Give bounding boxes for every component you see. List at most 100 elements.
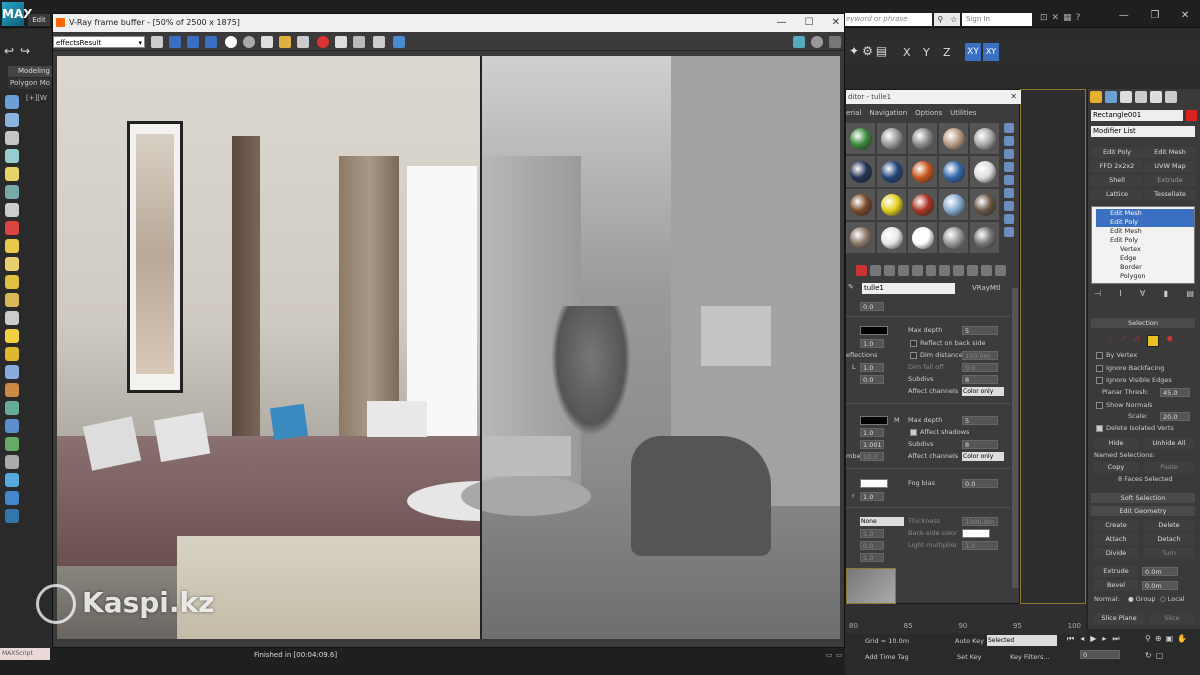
thickness-value[interactable]: 1000.0m bbox=[962, 517, 998, 526]
track-icon[interactable] bbox=[353, 36, 365, 48]
make-unique-icon[interactable]: ∀ bbox=[1140, 289, 1145, 301]
fog-bias-value[interactable]: 0.0 bbox=[962, 479, 998, 488]
delete-isolated-checkbox[interactable] bbox=[1096, 425, 1103, 432]
unique-icon[interactable] bbox=[939, 265, 951, 276]
edit-geometry-rollout[interactable]: Edit Geometry bbox=[1091, 506, 1195, 516]
sign-in-field[interactable]: Sign In bbox=[962, 13, 1032, 26]
material-slot[interactable] bbox=[908, 222, 937, 253]
hierarchy-tab-icon[interactable] bbox=[1120, 91, 1132, 103]
vertex-level-icon[interactable]: ∴ bbox=[1108, 335, 1112, 347]
uvw-map-button[interactable]: UVW Map bbox=[1144, 161, 1196, 172]
alpha-icon[interactable] bbox=[225, 36, 237, 48]
settings-icon[interactable] bbox=[811, 36, 823, 48]
refract-value-3[interactable]: 10.0 bbox=[860, 452, 884, 461]
shape-icon[interactable] bbox=[5, 419, 19, 433]
move-icon[interactable] bbox=[5, 113, 19, 127]
dim-distance-checkbox[interactable] bbox=[910, 352, 917, 359]
delete-button[interactable]: Delete bbox=[1144, 520, 1194, 531]
background-icon[interactable] bbox=[1004, 149, 1014, 159]
red-channel-button[interactable] bbox=[169, 36, 181, 48]
effects-icon[interactable] bbox=[967, 265, 979, 276]
dim-distance-value[interactable]: 100.0m bbox=[962, 351, 998, 360]
navigator-icon[interactable] bbox=[1004, 227, 1014, 237]
timeline[interactable]: 80 85 90 95 100 bbox=[845, 604, 1085, 634]
exchange-icon[interactable]: ✕ bbox=[1052, 13, 1060, 26]
select-icon[interactable] bbox=[5, 95, 19, 109]
lock-icon[interactable]: ▭ bbox=[826, 651, 833, 659]
axis-xy-cycle-button[interactable]: XY bbox=[983, 43, 999, 61]
torus-icon[interactable] bbox=[5, 275, 19, 289]
create-button[interactable]: Create bbox=[1094, 520, 1138, 531]
by-vertex-checkbox[interactable] bbox=[1096, 352, 1103, 359]
create-tab-icon[interactable] bbox=[1090, 91, 1102, 103]
attach-button[interactable]: Attach bbox=[1094, 534, 1138, 545]
minimize-icon[interactable]: — bbox=[777, 14, 787, 32]
scene-icon[interactable] bbox=[5, 167, 19, 181]
material-slot[interactable] bbox=[970, 156, 999, 187]
menu-navigation[interactable]: Navigation bbox=[869, 106, 907, 120]
viewport-label[interactable]: [+][W bbox=[26, 94, 47, 102]
list-icon[interactable] bbox=[5, 149, 19, 163]
geometry-icon[interactable] bbox=[5, 437, 19, 451]
go-end-icon[interactable]: ⏭ bbox=[1112, 634, 1119, 646]
sample-type-icon[interactable] bbox=[1004, 123, 1014, 133]
snap-icon[interactable]: ✦ bbox=[849, 44, 859, 60]
maximize-icon[interactable]: ☐ bbox=[805, 14, 814, 32]
back-side-color-swatch[interactable] bbox=[962, 529, 990, 538]
reflect-back-checkbox[interactable] bbox=[910, 340, 917, 347]
material-scrollbar[interactable] bbox=[1012, 288, 1018, 588]
restore-icon[interactable]: ❐ bbox=[1150, 10, 1159, 26]
show-map-icon[interactable] bbox=[981, 265, 993, 276]
next-frame-icon[interactable]: ▸ bbox=[1102, 634, 1106, 646]
configure-icon[interactable]: ▤ bbox=[1186, 289, 1194, 301]
close-icon[interactable]: ✕ bbox=[1181, 10, 1189, 26]
remove-modifier-icon[interactable]: ▮ bbox=[1164, 289, 1168, 301]
edit-mesh-button[interactable]: Edit Mesh bbox=[1144, 147, 1196, 158]
cone-icon[interactable] bbox=[5, 311, 19, 325]
star-icon[interactable]: ☆ bbox=[948, 13, 961, 26]
go-start-icon[interactable]: ⏮ bbox=[1067, 634, 1074, 646]
help-icon[interactable]: ? bbox=[1076, 13, 1081, 26]
planar-thresh-value[interactable]: 45.0 bbox=[1160, 388, 1190, 397]
zoom-extents-icon[interactable]: ▣ bbox=[1166, 634, 1174, 647]
unhide-all-button[interactable]: Unhide All bbox=[1144, 438, 1194, 449]
max-logo[interactable]: MAX bbox=[2, 2, 32, 26]
set-key-button[interactable]: Set Key bbox=[957, 653, 982, 661]
hierarchy-icon[interactable] bbox=[5, 455, 19, 469]
lens-icon[interactable] bbox=[393, 36, 405, 48]
lattice-button[interactable]: Lattice bbox=[1091, 189, 1143, 200]
viewport-perspective[interactable] bbox=[1020, 89, 1086, 604]
bind-icon[interactable] bbox=[5, 221, 19, 235]
tab-modeling[interactable]: Modeling bbox=[8, 66, 52, 77]
apps-icon[interactable]: ▦ bbox=[1063, 13, 1072, 26]
tessellate-button[interactable]: Tessellate bbox=[1144, 189, 1196, 200]
ffd-button[interactable]: FFD 2x2x2 bbox=[1091, 161, 1143, 172]
material-slot[interactable] bbox=[908, 156, 937, 187]
minimize-icon[interactable]: — bbox=[1119, 10, 1129, 26]
object-name-field[interactable]: Rectangle001 bbox=[1091, 110, 1183, 121]
material-slot[interactable] bbox=[846, 123, 875, 154]
group-radio[interactable]: ● Group bbox=[1128, 595, 1156, 603]
compare-icon[interactable] bbox=[373, 36, 385, 48]
material-slot[interactable] bbox=[846, 156, 875, 187]
binoculars-icon[interactable]: ⚲ bbox=[934, 13, 947, 26]
delete-material-icon[interactable] bbox=[856, 265, 867, 276]
show-normals-checkbox[interactable] bbox=[1096, 402, 1103, 409]
cart-icon[interactable]: ⊡ bbox=[1040, 13, 1048, 26]
light-icon[interactable] bbox=[5, 329, 19, 343]
green-channel-button[interactable] bbox=[187, 36, 199, 48]
bevel-button[interactable]: Bevel bbox=[1094, 580, 1138, 591]
polygon-level-icon[interactable] bbox=[1146, 335, 1159, 347]
modifier-list-select[interactable]: Modifier List bbox=[1091, 126, 1195, 137]
dim-falloff-value[interactable]: 0.0 bbox=[962, 363, 998, 372]
display-tab-icon[interactable] bbox=[1150, 91, 1162, 103]
go-parent-icon[interactable] bbox=[995, 265, 1006, 276]
reflect-value-1[interactable]: 1.0 bbox=[860, 339, 884, 348]
video-check-icon[interactable] bbox=[1004, 175, 1014, 185]
reflect-affect-select[interactable]: Color only bbox=[962, 387, 1004, 396]
region-status-icon[interactable]: ▭ bbox=[836, 651, 843, 659]
material-slot[interactable] bbox=[877, 123, 906, 154]
axis-y-button[interactable]: Y bbox=[923, 46, 930, 59]
display-icon[interactable] bbox=[5, 491, 19, 505]
affect-shadows-checkbox[interactable] bbox=[910, 429, 917, 436]
